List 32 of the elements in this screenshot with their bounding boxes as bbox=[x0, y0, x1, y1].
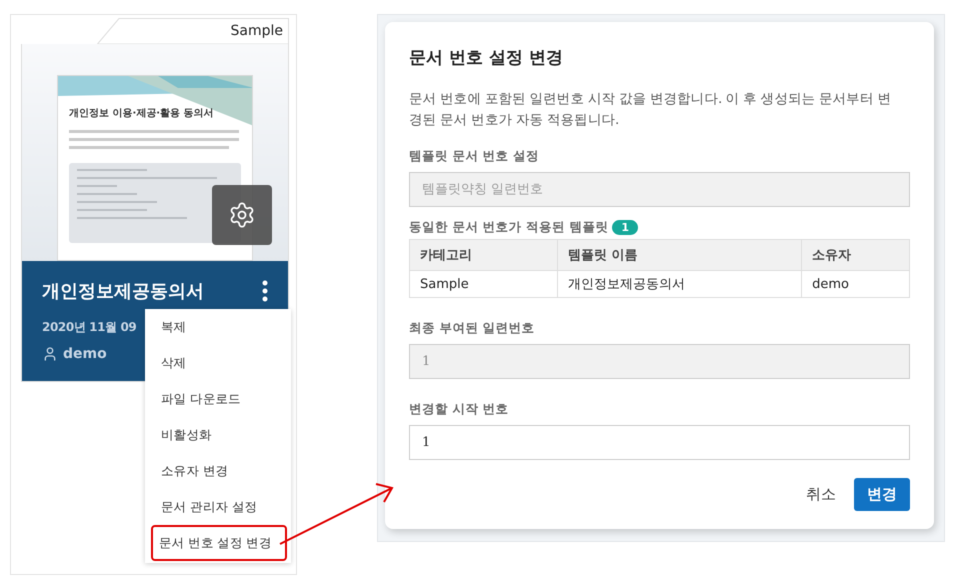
confirm-button[interactable]: 변경 bbox=[854, 478, 910, 511]
card-title: 개인정보제공동의서 bbox=[42, 280, 204, 303]
table-cell: demo bbox=[802, 270, 910, 298]
menu-item[interactable]: 문서 관리자 설정 bbox=[151, 489, 287, 525]
menu-item[interactable]: 파일 다운로드 bbox=[151, 381, 287, 417]
dialog-title: 문서 번호 설정 변경 bbox=[409, 47, 564, 69]
document-title: 개인정보 이용·제공·활용 동의서 bbox=[69, 107, 215, 120]
cancel-button[interactable]: 취소 bbox=[806, 478, 836, 511]
settings-button[interactable] bbox=[212, 185, 272, 245]
card-date: 2020년 11월 09 bbox=[42, 319, 136, 336]
column-header: 템플릿 이름 bbox=[557, 240, 802, 270]
count-badge: 1 bbox=[612, 220, 638, 235]
kebab-icon bbox=[262, 280, 268, 302]
settings-icon bbox=[228, 201, 256, 229]
menu-item[interactable]: 비활성화 bbox=[151, 417, 287, 453]
input-field[interactable]: 1 bbox=[409, 425, 910, 460]
menu-item[interactable]: 소유자 변경 bbox=[151, 453, 287, 489]
field-label: 변경할 시작 번호 bbox=[409, 401, 510, 418]
column-header: 카테고리 bbox=[410, 240, 558, 270]
field-label: 동일한 문서 번호가 적용된 템플릿 bbox=[409, 219, 608, 236]
card-owner: demo bbox=[63, 346, 107, 362]
menu-item[interactable]: 복제 bbox=[151, 309, 287, 345]
table-cell: 개인정보제공동의서 bbox=[557, 270, 802, 298]
menu-item[interactable]: 삭제 bbox=[151, 345, 287, 381]
user-icon bbox=[42, 346, 58, 362]
table-cell: Sample bbox=[410, 270, 558, 298]
dialog-description: 문서 번호에 포함된 일련번호 시작 값을 변경합니다. 이 후 생성되는 문서부터 변경된 문서 번호가 자동 적용됩니다. bbox=[409, 90, 892, 130]
more-button[interactable] bbox=[262, 280, 268, 302]
menu-item[interactable]: 문서 번호 설정 변경 bbox=[151, 525, 287, 561]
field-label: 최종 부여된 일련번호 bbox=[409, 320, 536, 337]
field-label: 템플릿 문서 번호 설정 bbox=[409, 148, 540, 165]
column-header: 소유자 bbox=[802, 240, 910, 270]
